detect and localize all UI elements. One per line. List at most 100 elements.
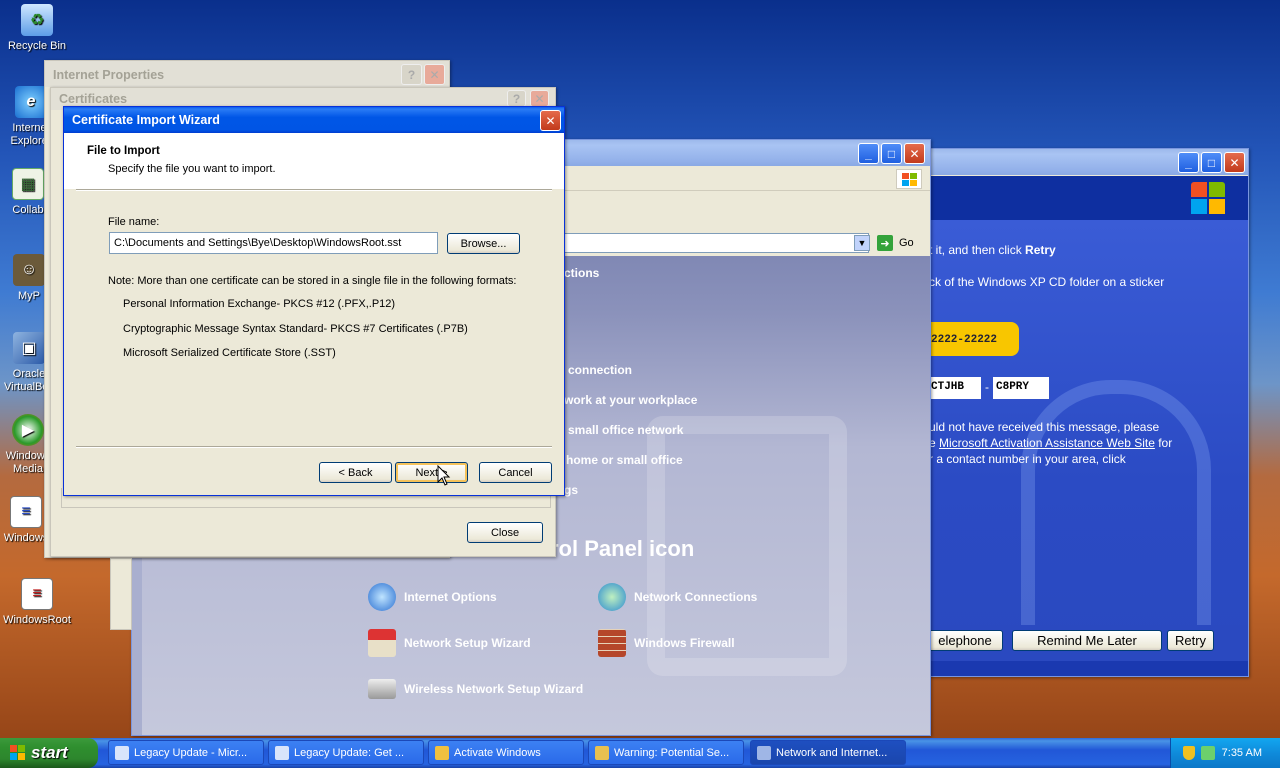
cp-item-label: Internet Options xyxy=(404,590,497,604)
task-link-connection[interactable]: connection xyxy=(568,363,632,377)
wizard-titlebar[interactable]: Certificate Import Wizard ✕ xyxy=(64,107,564,133)
task-link-home-office[interactable]: home or small office xyxy=(566,453,683,467)
maximize-button[interactable]: □ xyxy=(1201,152,1222,173)
cp-item-label: Windows Firewall xyxy=(634,636,735,650)
close-button[interactable]: ✕ xyxy=(530,90,549,107)
taskbar-item-activate-windows[interactable]: Activate Windows xyxy=(428,740,584,765)
activation-help-text-1: uld not have received this message, plea… xyxy=(929,420,1160,434)
internet-explorer-icon: e xyxy=(15,86,47,118)
mouse-cursor-icon xyxy=(437,465,451,486)
close-button[interactable]: ✕ xyxy=(904,143,925,164)
activation-help-text-2: e Microsoft Activation Assistance Web Si… xyxy=(929,436,1173,450)
product-key-text: 2222-22222 xyxy=(931,334,998,346)
desktop-icon-label: WindowsRoot xyxy=(3,614,71,626)
recycle-bin-icon: ♻ xyxy=(21,4,53,36)
collab-icon: ▦ xyxy=(12,168,44,200)
firewall-icon xyxy=(598,629,626,657)
file-name-label: File name: xyxy=(108,216,160,228)
back-button[interactable]: < Back xyxy=(319,462,392,483)
activation-key-icon xyxy=(435,745,449,760)
cp-item-label: Network Setup Wizard xyxy=(404,636,531,650)
taskbar-item-network[interactable]: Network and Internet... xyxy=(750,740,906,765)
wizard-header-subtitle: Specify the file you want to import. xyxy=(108,163,276,175)
close-button[interactable]: ✕ xyxy=(424,64,445,85)
format-item-p7b: Cryptographic Message Syntax Standard- P… xyxy=(123,323,468,335)
formats-note: Note: More than one certificate can be s… xyxy=(108,275,517,287)
certificate-import-wizard-window: Certificate Import Wizard ✕ File to Impo… xyxy=(63,106,565,496)
desktop-icon-windowsroot[interactable]: ≡ WindowsRoot xyxy=(0,578,74,627)
close-button[interactable]: ✕ xyxy=(540,110,561,131)
windows-flag-icon xyxy=(10,745,26,761)
cancel-button[interactable]: Cancel xyxy=(479,462,552,483)
wizard-header-divider xyxy=(76,189,552,191)
task-header: ctions xyxy=(564,266,600,280)
security-shield-icon[interactable] xyxy=(1183,746,1195,760)
internet-options-icon xyxy=(368,583,396,611)
media-player-icon: ▶ xyxy=(12,414,44,446)
certificates-title: Certificates xyxy=(59,92,128,106)
taskbar-item-warning[interactable]: Warning: Potential Se... xyxy=(588,740,744,765)
desktop-icon-label: Recycle Bin xyxy=(7,40,67,52)
format-item-sst: Microsoft Serialized Certificate Store (… xyxy=(123,347,336,359)
clock[interactable]: 7:35 AM xyxy=(1222,747,1262,759)
retry-button[interactable]: Retry xyxy=(1167,630,1214,651)
cp-item-network-setup-wizard[interactable]: Network Setup Wizard xyxy=(368,628,531,658)
network-connections-icon xyxy=(598,583,626,611)
task-link-workplace[interactable]: work at your workplace xyxy=(564,393,697,407)
minimize-button[interactable]: _ xyxy=(1178,152,1199,173)
activation-assistance-link[interactable]: Microsoft Activation Assistance Web Site xyxy=(939,436,1155,450)
internet-properties-titlebar[interactable]: Internet Properties ? ✕ xyxy=(45,61,449,87)
installation-id-box-b: C8PRY xyxy=(993,377,1049,399)
desktop-icon-recycle-bin[interactable]: ♻ Recycle Bin xyxy=(0,4,74,53)
taskbar-item-label: Legacy Update: Get ... xyxy=(294,746,405,759)
cp-item-wireless-setup-wizard[interactable]: Wireless Network Setup Wizard xyxy=(368,674,583,704)
cp-item-windows-firewall[interactable]: Windows Firewall xyxy=(598,628,735,658)
activation-instruction-2: ck of the Windows XP CD folder on a stic… xyxy=(929,275,1165,289)
taskbar-item-label: Warning: Potential Se... xyxy=(614,746,730,759)
virtualbox-icon: ▣ xyxy=(13,332,45,364)
wizard-footer-divider xyxy=(76,446,552,448)
browse-button[interactable]: Browse... xyxy=(447,233,520,254)
taskbar-item-legacy-update-2[interactable]: Legacy Update: Get ... xyxy=(268,740,424,765)
close-button[interactable]: ✕ xyxy=(1224,152,1245,173)
start-button[interactable]: start xyxy=(0,738,98,768)
cp-item-network-connections[interactable]: Network Connections xyxy=(598,582,757,612)
wizard-header-title: File to Import xyxy=(87,145,160,157)
start-label: start xyxy=(31,743,68,762)
document-icon: ≡ xyxy=(10,496,42,528)
cp-item-internet-options[interactable]: Internet Options xyxy=(368,582,497,612)
certificates-list-edge xyxy=(110,558,132,630)
pick-icon-heading: rol Panel icon xyxy=(550,536,695,561)
activation-help-text-3: r a contact number in your area, click xyxy=(929,452,1126,466)
next-button[interactable]: Next > xyxy=(395,462,468,483)
telephone-button[interactable]: elephone xyxy=(927,630,1003,651)
control-panel-icon xyxy=(757,745,771,760)
wizard-header: File to Import Specify the file you want… xyxy=(64,133,564,189)
wizard-title: Certificate Import Wizard xyxy=(72,113,220,127)
task-link-small-office[interactable]: small office network xyxy=(568,423,683,437)
file-name-value: C:\Documents and Settings\Bye\Desktop\Wi… xyxy=(114,237,402,249)
help-button[interactable]: ? xyxy=(401,64,422,85)
go-arrow-icon: ➜ xyxy=(877,235,893,251)
activate-windows-window: _ □ ✕ t it, and then click Retry ck of t… xyxy=(900,148,1249,677)
file-name-input[interactable]: C:\Documents and Settings\Bye\Desktop\Wi… xyxy=(109,232,438,254)
maximize-button[interactable]: □ xyxy=(881,143,902,164)
warning-icon xyxy=(595,745,609,760)
taskbar-item-legacy-update-1[interactable]: Legacy Update - Micr... xyxy=(108,740,264,765)
minimize-button[interactable]: _ xyxy=(858,143,879,164)
remind-me-later-button[interactable]: Remind Me Later xyxy=(1012,630,1162,651)
network-status-icon[interactable] xyxy=(1201,746,1215,760)
close-button-certificates[interactable]: Close xyxy=(467,522,543,543)
taskbar-item-label: Legacy Update - Micr... xyxy=(134,746,248,759)
activate-windows-titlebar[interactable]: _ □ ✕ xyxy=(901,149,1248,175)
network-setup-icon xyxy=(368,629,396,657)
help-button[interactable]: ? xyxy=(507,90,526,107)
cp-item-label: Network Connections xyxy=(634,590,758,604)
system-tray: 7:35 AM xyxy=(1170,738,1280,768)
code-separator: - xyxy=(985,380,989,394)
go-button[interactable]: ➜ Go xyxy=(877,234,917,252)
cp-item-label: Wireless Network Setup Wizard xyxy=(404,682,584,696)
activation-bottom-strip xyxy=(901,661,1248,676)
task-link-settings[interactable]: gs xyxy=(564,483,578,497)
address-dropdown-button[interactable]: ▼ xyxy=(854,235,870,251)
